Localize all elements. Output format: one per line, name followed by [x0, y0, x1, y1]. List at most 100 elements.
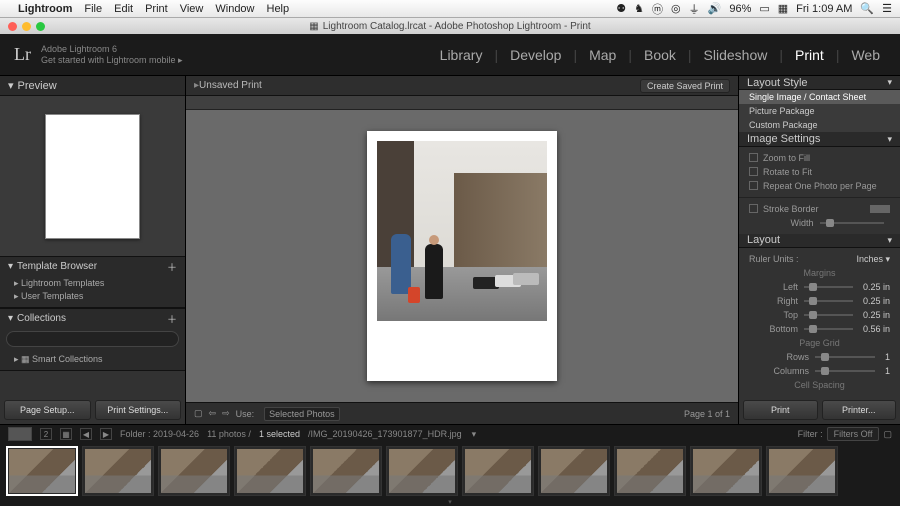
module-develop[interactable]: Develop	[504, 47, 567, 63]
thumbnail[interactable]	[234, 446, 306, 496]
thumbnail[interactable]	[766, 446, 838, 496]
thumbnail[interactable]	[690, 446, 762, 496]
page-setup-button[interactable]: Page Setup...	[4, 400, 91, 420]
right-panel: Layout Style▾ Single Image / Contact She…	[738, 76, 900, 424]
module-bar: Lr Adobe Lightroom 6 Get started with Li…	[0, 34, 900, 76]
printer-button[interactable]: Printer...	[822, 400, 897, 420]
module-book[interactable]: Book	[638, 47, 682, 63]
module-library[interactable]: Library	[434, 47, 489, 63]
margin-left-slider[interactable]	[804, 286, 853, 288]
lock-icon[interactable]: ▢	[194, 408, 203, 419]
rotate-checkbox[interactable]	[749, 167, 758, 176]
stroke-checkbox[interactable]	[749, 204, 758, 213]
module-print[interactable]: Print	[789, 47, 830, 63]
layout-header[interactable]: Layout▾	[739, 234, 900, 248]
next-page-icon[interactable]: ⇨	[222, 408, 230, 419]
thumbnail[interactable]	[614, 446, 686, 496]
notif-icon[interactable]: ☰	[882, 2, 892, 15]
filter-lock-icon[interactable]: ▢	[883, 429, 892, 440]
module-map[interactable]: Map	[583, 47, 622, 63]
tree-user-templates[interactable]: ▸ User Templates	[14, 290, 185, 303]
filmstrip-collapse-icon[interactable]: ▾	[0, 498, 900, 506]
dropdown-icon[interactable]: ▾	[472, 429, 477, 440]
add-collection-icon[interactable]: ＋	[167, 311, 177, 326]
spotlight-icon[interactable]: 🔍	[860, 2, 874, 15]
thumbnail[interactable]	[462, 446, 534, 496]
photo-cell[interactable]	[377, 141, 547, 321]
thumbnail[interactable]	[158, 446, 230, 496]
fwd-icon[interactable]: ▶	[100, 428, 112, 440]
ruler-horizontal	[186, 96, 738, 110]
filter-select[interactable]: Filters Off	[827, 427, 880, 441]
template-browser-header[interactable]: ▾ Template Browser＋	[0, 257, 185, 275]
battery-pct: 96%	[729, 3, 751, 15]
thumbnail[interactable]	[82, 446, 154, 496]
stroke-width-slider[interactable]	[820, 222, 885, 224]
use-select[interactable]: Selected Photos	[264, 407, 340, 421]
image-settings-header[interactable]: Image Settings▾	[739, 132, 900, 146]
create-saved-print-button[interactable]: Create Saved Print	[640, 79, 730, 93]
menu-window[interactable]: Window	[215, 3, 254, 15]
preview-area	[0, 96, 185, 256]
style-custom-package[interactable]: Custom Package	[739, 118, 900, 132]
cols-slider[interactable]	[815, 370, 875, 372]
page-indicator: Page 1 of 1	[684, 409, 730, 419]
style-picture-package[interactable]: Picture Package	[739, 104, 900, 118]
zoom-checkbox[interactable]	[749, 153, 758, 162]
module-slideshow[interactable]: Slideshow	[698, 47, 774, 63]
volume-icon: 🔊	[708, 2, 722, 15]
lr-logo: Lr	[14, 44, 31, 65]
use-label: Use:	[236, 409, 255, 419]
nav-thumbnail[interactable]	[8, 427, 32, 441]
lr-icon: ▦	[309, 21, 318, 32]
back-icon[interactable]: ◀	[80, 428, 92, 440]
tree-lightroom-templates[interactable]: ▸ Lightroom Templates	[14, 277, 185, 290]
preview-header[interactable]: ▾ Preview	[0, 76, 185, 96]
selected-count: 1 selected	[259, 429, 300, 439]
print-canvas[interactable]	[186, 110, 738, 402]
menu-help[interactable]: Help	[267, 3, 290, 15]
print-sheet[interactable]	[367, 131, 557, 381]
thumbnail-strip[interactable]	[0, 443, 900, 498]
second-window-icon[interactable]: 2	[40, 428, 52, 440]
ruler-units-select[interactable]: Inches ▾	[856, 254, 890, 265]
thumbnail[interactable]	[310, 446, 382, 496]
preview-page	[45, 114, 140, 239]
thumbnail[interactable]	[386, 446, 458, 496]
filename: /IMG_20190426_173901877_HDR.jpg	[308, 429, 462, 439]
menu-edit[interactable]: Edit	[114, 3, 133, 15]
menu-print[interactable]: Print	[145, 3, 168, 15]
tree-smart-collections[interactable]: ▸ ▦ Smart Collections	[14, 353, 185, 366]
margin-right-slider[interactable]	[804, 300, 853, 302]
add-template-icon[interactable]: ＋	[167, 259, 177, 274]
photo-count: 11 photos /	[207, 429, 251, 439]
grid-icon[interactable]: ▦	[60, 428, 72, 440]
margin-bottom-slider[interactable]	[804, 328, 853, 330]
repeat-checkbox[interactable]	[749, 181, 758, 190]
identity-plate[interactable]: Adobe Lightroom 6 Get started with Light…	[41, 44, 183, 66]
thumbnail[interactable]	[6, 446, 78, 496]
module-web[interactable]: Web	[845, 47, 886, 63]
thumbnail[interactable]	[538, 446, 610, 496]
window-title: Lightroom Catalog.lrcat - Adobe Photosho…	[323, 21, 591, 32]
prev-page-icon[interactable]: ⇦	[209, 408, 217, 419]
style-single-image[interactable]: Single Image / Contact Sheet	[739, 90, 900, 104]
battery-icon: ▭	[759, 2, 769, 15]
menu-file[interactable]: File	[84, 3, 102, 15]
collections-header[interactable]: ▾ Collections＋	[0, 309, 185, 327]
layout-style-header[interactable]: Layout Style▾	[739, 76, 900, 90]
menu-view[interactable]: View	[180, 3, 204, 15]
left-panel: ▾ Preview ▾ Template Browser＋ ▸ Lightroo…	[0, 76, 186, 424]
menu-app[interactable]: Lightroom	[18, 3, 72, 15]
folder-label: Folder : 2019-04-26	[120, 429, 199, 439]
filter-label: Filter :	[798, 429, 823, 439]
wifi-icon: ⏚	[689, 1, 700, 17]
rows-slider[interactable]	[815, 356, 875, 358]
margin-top-slider[interactable]	[804, 314, 853, 316]
status-icon: ♞	[634, 2, 644, 15]
stroke-color-swatch[interactable]	[870, 205, 890, 213]
collections-search[interactable]	[6, 331, 179, 347]
status-icon: ⚉	[616, 2, 626, 15]
print-settings-button[interactable]: Print Settings...	[95, 400, 182, 420]
print-button[interactable]: Print	[743, 400, 818, 420]
